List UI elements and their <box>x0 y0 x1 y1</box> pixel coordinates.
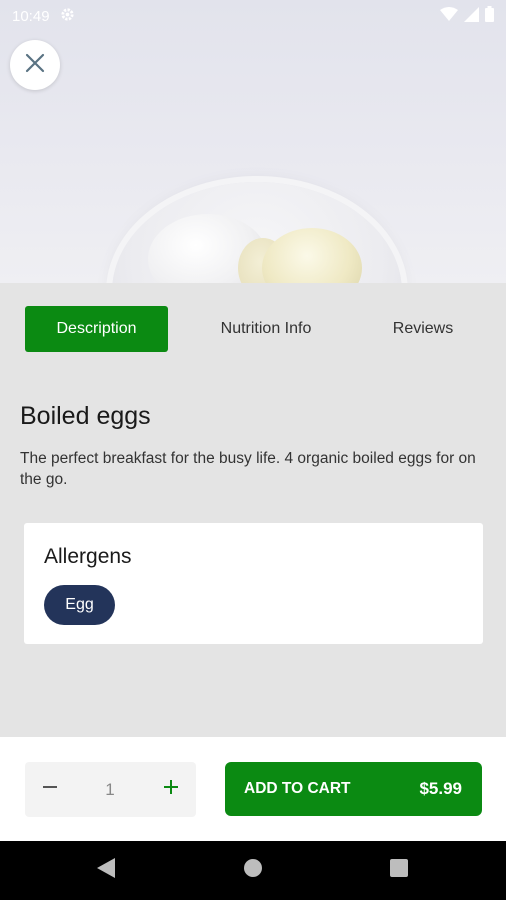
tab-bar: Description Nutrition Info Reviews <box>0 306 506 354</box>
back-triangle-icon <box>97 858 115 883</box>
increment-button[interactable] <box>146 762 196 817</box>
nav-home-button[interactable] <box>223 841 283 900</box>
product-image <box>0 0 506 283</box>
recents-square-icon <box>390 859 408 882</box>
allergens-heading: Allergens <box>44 545 132 568</box>
status-bar: 10:49 <box>0 0 506 32</box>
cart-price: $5.99 <box>419 779 462 798</box>
bottom-bar: 1 ADD TO CART $5.99 <box>0 737 506 841</box>
minus-icon <box>42 779 58 800</box>
allergen-chip: Egg <box>44 585 115 625</box>
plus-icon <box>163 779 179 800</box>
add-to-cart-button[interactable]: ADD TO CART $5.99 <box>225 762 482 816</box>
quantity-value: 1 <box>105 779 115 799</box>
decrement-button[interactable] <box>25 762 75 817</box>
nav-back-button[interactable] <box>76 841 136 900</box>
status-time: 10:49 <box>12 7 50 25</box>
tab-description[interactable]: Description <box>25 306 168 352</box>
allergens-card: Allergens Egg <box>24 523 483 644</box>
tab-nutrition-info[interactable]: Nutrition Info <box>196 306 336 352</box>
close-icon <box>25 53 45 78</box>
battery-icon <box>485 6 494 26</box>
gear-icon <box>60 7 75 26</box>
close-button[interactable] <box>10 40 60 90</box>
add-to-cart-label: ADD TO CART <box>244 780 351 797</box>
quantity-stepper: 1 <box>25 762 196 817</box>
system-nav-bar <box>0 841 506 900</box>
nav-recents-button[interactable] <box>369 841 429 900</box>
wifi-icon <box>440 7 458 25</box>
product-description: The perfect breakfast for the busy life.… <box>20 450 476 488</box>
tab-reviews[interactable]: Reviews <box>370 306 476 352</box>
product-title: Boiled eggs <box>20 402 151 430</box>
home-circle-icon <box>243 858 263 883</box>
signal-icon <box>464 6 479 26</box>
